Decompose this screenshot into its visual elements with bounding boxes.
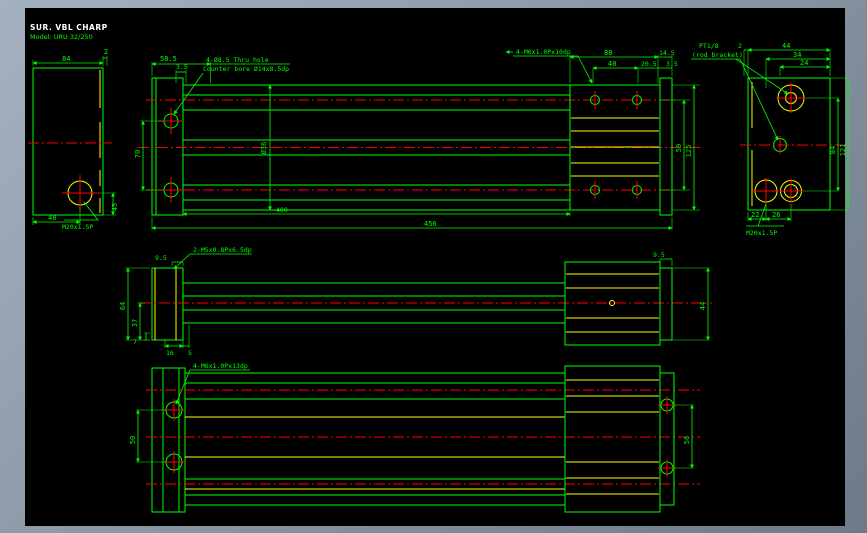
top-dim-b2: 5 (188, 349, 192, 357)
front-dim-head: 88 (604, 49, 612, 57)
front-dim-right-inner: 59 (675, 144, 683, 152)
front-dim-bore: Ø36 (260, 142, 268, 155)
model-space-background (25, 8, 845, 526)
top-dim-cap-left: 9.5 (155, 254, 167, 262)
right-end-dim-b2: 26 (772, 211, 780, 219)
right-end-thread-note: M20x1.5P (746, 229, 777, 237)
right-end-port-note-2: (rod bracket) (692, 51, 743, 59)
left-end-thread-note: M20x1.5P (62, 223, 93, 231)
top-dim-right-height: 44 (699, 302, 707, 310)
front-dim-rodpitch: 70 (134, 150, 142, 158)
right-end-dim-w2: 34 (793, 51, 801, 59)
right-end-port-note-1: PT1/8 (699, 42, 719, 50)
left-end-dim-side: 45 (111, 203, 119, 211)
bottom-dim-hole-pitch: 50 (129, 436, 137, 444)
front-dim-cap: 14.5 (659, 49, 675, 57)
right-end-dim-b1: 22 (751, 211, 759, 219)
front-dim-plate: 58.5 (160, 55, 177, 63)
right-end-dim-w3: 24 (800, 59, 808, 67)
drawing-canvas: SUR. VBL CHARP Model: URU 32/250 84 2 48… (25, 8, 850, 526)
front-note-cbore-1: 4-Ø8.5 Thru hole (206, 56, 269, 64)
right-end-dim-hinner: 84 (829, 146, 837, 154)
top-dim-height: 64 (119, 302, 127, 310)
left-end-dim-offset: 2 (104, 48, 108, 56)
left-end-dim-width: 84 (62, 55, 70, 63)
top-dim-b1: 16 (166, 349, 174, 357)
front-dim-head-step: 20.5 (641, 60, 657, 68)
top-note-tap: 2-M5x0.8Px6.5dp (193, 246, 252, 254)
front-note-cbore-2: Counter bore Ø14x8.5dp (203, 65, 289, 73)
front-note-tap: 4-M6x1.0Px10dp (516, 48, 571, 56)
front-dim-head-inner: 40 (608, 60, 616, 68)
cad-application-window: SUR. VBL CHARP Model: URU 32/250 84 2 48… (0, 0, 867, 533)
top-dim-cap-right: 9.5 (653, 251, 665, 259)
drawing-model: Model: URU 32/250 (30, 33, 93, 41)
right-end-dim-offset: 2 (738, 42, 742, 50)
front-dim-right-outer: 125 (685, 145, 693, 158)
drawing-title: SUR. VBL CHARP (30, 23, 108, 32)
bottom-note-tap: 4-M6x1.0Px13dp (193, 362, 248, 370)
right-end-dim-w1: 44 (782, 42, 790, 50)
front-dim-total: 456 (424, 220, 437, 228)
front-dim-cap-step: 3.5 (666, 60, 678, 68)
top-dim-b3: 7 (133, 338, 137, 346)
bottom-dim-right-pitch: 56 (683, 436, 691, 444)
front-dim-body: 400 (276, 206, 288, 214)
left-end-dim-bottom: 48 (48, 214, 56, 222)
front-dim-step: 3.5 (176, 63, 188, 71)
top-dim-half: 37 (131, 319, 139, 327)
right-end-dim-houter: 121 (839, 144, 847, 157)
